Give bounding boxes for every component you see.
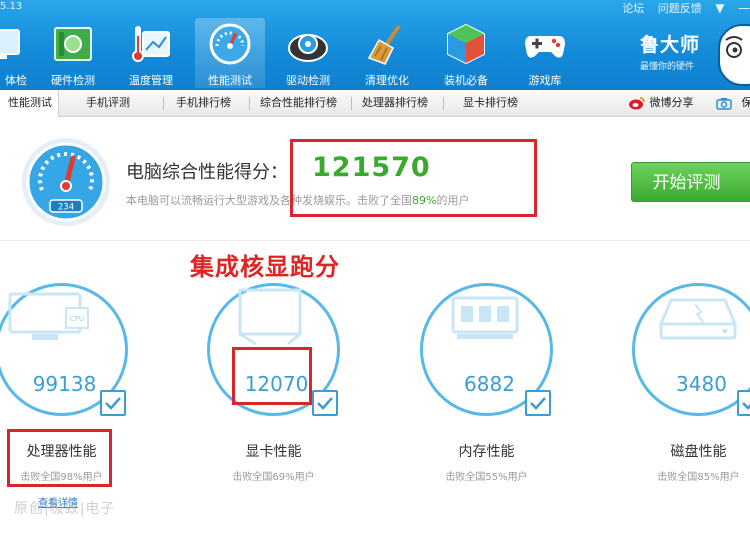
memory-card-beat: 击败全国55%用户 bbox=[445, 472, 528, 483]
save-label: 保 bbox=[741, 96, 750, 109]
tab-separator bbox=[351, 97, 352, 110]
tab-phone-review[interactable]: 手机评测 bbox=[86, 90, 130, 116]
checkbox-checked-icon[interactable] bbox=[525, 390, 551, 416]
gpu-card-beat: 击败全国69%用户 bbox=[232, 472, 315, 483]
nav-label: 装机必备 bbox=[444, 74, 488, 87]
weibo-icon bbox=[629, 97, 645, 110]
camera-icon bbox=[716, 97, 732, 110]
watermark-text: 原创|极致|电子 bbox=[14, 501, 116, 517]
speedometer-icon bbox=[209, 23, 251, 65]
disk-performance-card[interactable]: 3480 磁盘性能 击败全国85%用户 bbox=[632, 283, 750, 533]
gpu-performance-card[interactable]: 12070 显卡性能 击败全国69%用户 bbox=[207, 283, 387, 533]
nav-item-checkup[interactable]: 体检 bbox=[0, 18, 36, 88]
tab-separator bbox=[443, 97, 444, 110]
checkbox-checked-icon[interactable] bbox=[100, 390, 126, 416]
app-version: 5.13 bbox=[0, 1, 23, 12]
monitor-cpu-icon: CPU bbox=[8, 292, 89, 340]
nav-label: 游戏库 bbox=[528, 74, 562, 87]
tab-separator bbox=[249, 97, 250, 110]
cube-box-icon bbox=[447, 23, 485, 65]
disk-card-beat: 击败全国85%用户 bbox=[657, 472, 740, 483]
cpu-performance-card[interactable]: CPU 99138 处理器性能 击败全国98%用户 bbox=[0, 283, 175, 533]
menu-dropdown-icon[interactable]: ▼ bbox=[715, 1, 724, 15]
score-title: 电脑综合性能得分： bbox=[126, 162, 288, 183]
hard-disk-icon bbox=[658, 298, 738, 340]
highlight-box-gpu-score bbox=[232, 347, 312, 405]
mascot-avatar bbox=[718, 24, 750, 86]
nav-item-essentials[interactable]: 装机必备 bbox=[431, 18, 501, 88]
checkbox-checked-icon[interactable] bbox=[737, 390, 750, 416]
memory-performance-card[interactable]: 6882 内存性能 击败全国55%用户 bbox=[420, 283, 600, 533]
svg-text:CPU: CPU bbox=[70, 315, 84, 323]
nav-item-temperature[interactable]: 温度管理 bbox=[116, 18, 186, 88]
brand-name: 鲁大师 bbox=[640, 34, 701, 56]
tab-separator bbox=[163, 97, 164, 110]
weibo-share-button[interactable]: 微博分享 bbox=[628, 90, 694, 116]
window-links: 论坛 问题反馈 ▼ — bbox=[612, 0, 750, 16]
memory-card-title: 内存性能 bbox=[458, 444, 515, 460]
nav-label: 清理优化 bbox=[365, 74, 409, 87]
broom-icon bbox=[367, 24, 401, 65]
forum-link[interactable]: 论坛 bbox=[622, 2, 644, 15]
tab-label: 性能测试 bbox=[8, 96, 52, 109]
performance-gauge-icon: 234 bbox=[22, 138, 110, 226]
gpu-card-title: 显卡性能 bbox=[245, 444, 302, 460]
share-label: 微博分享 bbox=[649, 96, 694, 109]
section-divider bbox=[0, 240, 750, 241]
nav-label: 体检 bbox=[5, 74, 27, 87]
nav-label: 性能测试 bbox=[208, 74, 252, 87]
brand-logo: 鲁大师 最懂你的硬件 bbox=[640, 30, 720, 72]
nav-item-cleanup[interactable]: 清理优化 bbox=[352, 18, 422, 88]
mascot-face-icon bbox=[725, 36, 743, 58]
memory-chip-icon bbox=[451, 296, 519, 339]
tab-bar: 性能测试 手机评测 手机排行榜 综合性能排行榜 处理器排行榜 显卡排行榜 微博分… bbox=[0, 90, 750, 117]
nav-item-performance[interactable]: 性能测试 bbox=[195, 18, 265, 88]
disk-card-title: 磁盘性能 bbox=[670, 444, 727, 460]
save-screenshot-button[interactable]: 保 bbox=[716, 90, 750, 116]
top-toolbar: 5.13 论坛 问题反馈 ▼ — 体检 硬件检测 温度管理 性能测试 驱动检测 … bbox=[0, 0, 750, 90]
nav-item-games[interactable]: 游戏库 bbox=[510, 18, 580, 88]
monitor-icon bbox=[0, 29, 20, 59]
brand-slogan: 最懂你的硬件 bbox=[640, 62, 695, 72]
nav-label: 驱动检测 bbox=[286, 74, 330, 87]
start-benchmark-button[interactable]: 开始评测 bbox=[631, 162, 750, 202]
score-circle: 3480 bbox=[632, 283, 750, 416]
nav-label: 温度管理 bbox=[129, 74, 173, 87]
highlight-box-cpu-title bbox=[7, 429, 112, 487]
tab-gpu-ranking[interactable]: 显卡排行榜 bbox=[463, 90, 518, 116]
gpu-cube-icon bbox=[238, 288, 302, 346]
nav-item-driver[interactable]: 驱动检测 bbox=[273, 18, 343, 88]
nav-label: 硬件检测 bbox=[51, 74, 95, 87]
annotation-integrated-gpu-score: 集成核显跑分 bbox=[190, 253, 340, 281]
checkbox-checked-icon[interactable] bbox=[312, 390, 338, 416]
tab-cpu-ranking[interactable]: 处理器排行榜 bbox=[362, 90, 428, 116]
circuit-board-icon bbox=[54, 27, 92, 61]
minimize-icon[interactable]: — bbox=[738, 1, 750, 15]
nav-item-hardware[interactable]: 硬件检测 bbox=[38, 18, 108, 88]
disk-score: 3480 bbox=[676, 372, 727, 396]
tab-overall-ranking[interactable]: 综合性能排行榜 bbox=[260, 90, 337, 116]
highlight-box-total-score bbox=[290, 139, 537, 217]
gear-disc-icon bbox=[288, 34, 328, 62]
feedback-link[interactable]: 问题反馈 bbox=[658, 2, 702, 15]
tab-performance-test[interactable]: 性能测试 bbox=[0, 90, 59, 117]
gauge-readout: 234 bbox=[58, 203, 74, 213]
thermometer-chart-icon bbox=[132, 26, 170, 62]
tab-phone-ranking[interactable]: 手机排行榜 bbox=[176, 90, 231, 116]
gamepad-icon bbox=[525, 36, 565, 58]
